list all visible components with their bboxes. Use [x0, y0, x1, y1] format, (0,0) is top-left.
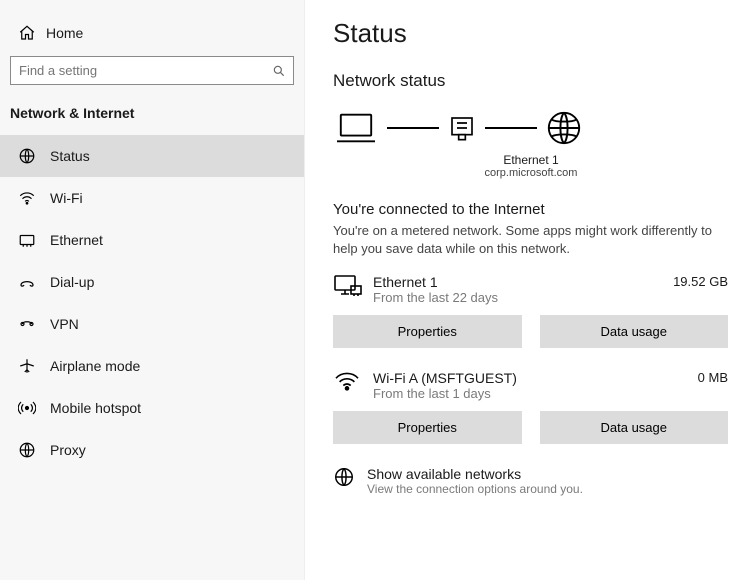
sidebar-item-label: Status: [50, 148, 90, 164]
laptop-icon: [333, 109, 379, 147]
show-available-networks[interactable]: Show available networks View the connect…: [333, 466, 728, 496]
search-field-wrap: [10, 56, 294, 85]
sidebar-item-label: Ethernet: [50, 232, 103, 248]
ethernet-icon: [18, 231, 36, 249]
status-description: You're on a metered network. Some apps m…: [333, 222, 728, 258]
connection-row: Wi-Fi A (MSFTGUEST)From the last 1 days0…: [333, 370, 728, 401]
connection-usage: 0 MB: [688, 370, 728, 385]
sidebar-item-ethernet[interactable]: Ethernet: [0, 219, 304, 261]
wifi-icon: [18, 189, 36, 207]
search-icon: [272, 64, 286, 78]
show-networks-title: Show available networks: [367, 466, 583, 482]
wifi-signal-icon: [333, 370, 363, 394]
network-diagram: [333, 109, 728, 147]
connection-subtext: From the last 1 days: [373, 386, 688, 401]
main-content: Status Network status Ethernet 1 corp.mi…: [305, 0, 750, 580]
sidebar-item-dial-up[interactable]: Dial-up: [0, 261, 304, 303]
show-networks-subtitle: View the connection options around you.: [367, 482, 583, 496]
properties-button[interactable]: Properties: [333, 315, 522, 348]
search-input[interactable]: [10, 56, 294, 85]
sidebar-item-proxy[interactable]: Proxy: [0, 429, 304, 471]
properties-button[interactable]: Properties: [333, 411, 522, 444]
nav-list: Status Wi-Fi Ethernet Dial-up VPN Airplane mo…: [0, 135, 304, 471]
home-icon: [18, 24, 36, 42]
diagram-line: [485, 127, 537, 129]
sidebar-item-label: Dial-up: [50, 274, 94, 290]
sidebar-item-label: VPN: [50, 316, 79, 332]
connection-usage: 19.52 GB: [663, 274, 728, 289]
router-icon: [447, 113, 477, 143]
status-heading: You're connected to the Internet: [333, 201, 728, 218]
connection-name: Ethernet 1: [373, 274, 663, 290]
sidebar-item-wi-fi[interactable]: Wi-Fi: [0, 177, 304, 219]
sidebar-item-vpn[interactable]: VPN: [0, 303, 304, 345]
home-nav[interactable]: Home: [0, 18, 304, 56]
diagram-connection-name: Ethernet 1: [391, 153, 671, 167]
section-header: Network & Internet: [0, 99, 304, 135]
sidebar-item-label: Airplane mode: [50, 358, 140, 374]
sidebar-item-label: Proxy: [50, 442, 86, 458]
sidebar-item-airplane-mode[interactable]: Airplane mode: [0, 345, 304, 387]
connection-block: Wi-Fi A (MSFTGUEST)From the last 1 days0…: [333, 370, 728, 444]
sidebar: Home Network & Internet Status Wi-Fi Ether…: [0, 0, 305, 580]
connection-row: Ethernet 1From the last 22 days19.52 GB: [333, 274, 728, 305]
ethernet-monitor-icon: [333, 274, 363, 298]
sidebar-item-mobile-hotspot[interactable]: Mobile hotspot: [0, 387, 304, 429]
connection-block: Ethernet 1From the last 22 days19.52 GB P…: [333, 274, 728, 348]
status-icon: [18, 147, 36, 165]
vpn-icon: [18, 315, 36, 333]
connection-subtext: From the last 22 days: [373, 290, 663, 305]
sidebar-item-status[interactable]: Status: [0, 135, 304, 177]
page-title: Status: [333, 18, 728, 49]
sidebar-item-label: Mobile hotspot: [50, 400, 141, 416]
connection-name: Wi-Fi A (MSFTGUEST): [373, 370, 688, 386]
diagram-line: [387, 127, 439, 129]
hotspot-icon: [18, 399, 36, 417]
diagram-labels: Ethernet 1 corp.microsoft.com: [391, 153, 671, 179]
data-usage-button[interactable]: Data usage: [540, 315, 729, 348]
globe-small-icon: [333, 466, 355, 488]
globe-icon: [545, 109, 583, 147]
dialup-icon: [18, 273, 36, 291]
airplane-icon: [18, 357, 36, 375]
proxy-icon: [18, 441, 36, 459]
home-label: Home: [46, 25, 83, 41]
data-usage-button[interactable]: Data usage: [540, 411, 729, 444]
sidebar-item-label: Wi-Fi: [50, 190, 83, 206]
page-subtitle: Network status: [333, 71, 728, 91]
diagram-connection-domain: corp.microsoft.com: [391, 167, 671, 179]
